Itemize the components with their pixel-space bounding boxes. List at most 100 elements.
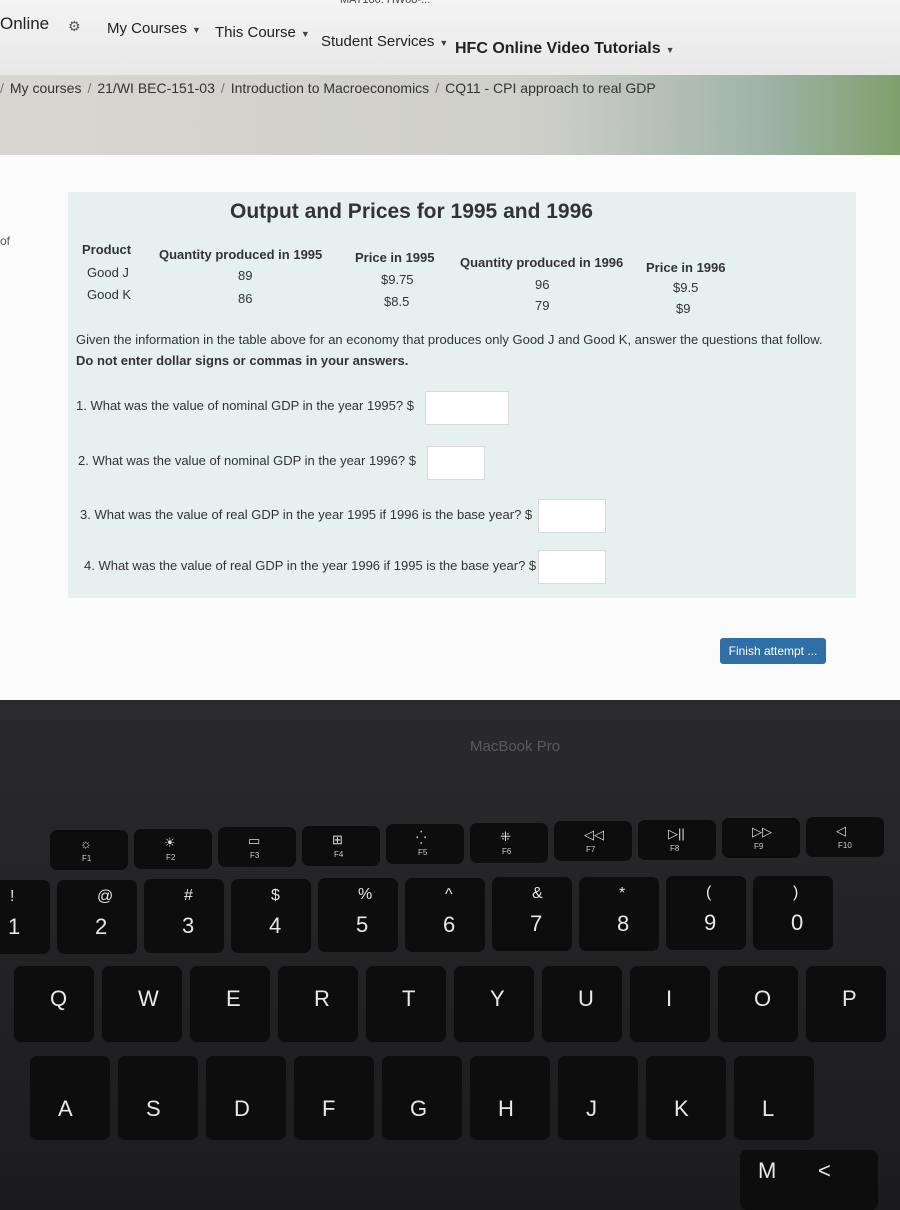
answer-3-input[interactable] bbox=[538, 499, 606, 533]
key-e[interactable]: E bbox=[190, 966, 270, 1042]
key-5[interactable]: % 5 bbox=[318, 878, 398, 952]
macbook-label: MacBook Pro bbox=[470, 738, 561, 755]
key-f8[interactable]: ▷|| F8 bbox=[638, 819, 716, 860]
breadcrumb-course-code[interactable]: 21/WI BEC-151-03 bbox=[97, 80, 215, 96]
key-letter: U bbox=[578, 986, 594, 1011]
header-price-1996: Price in 1996 bbox=[646, 260, 726, 275]
key-number: 3 bbox=[182, 913, 195, 938]
key-f6[interactable]: ⁜ F6 bbox=[470, 822, 548, 863]
key-letter: M bbox=[758, 1158, 777, 1183]
key-letter: D bbox=[234, 1096, 250, 1121]
key-fragment[interactable]: < bbox=[800, 1150, 878, 1210]
key-u[interactable]: U bbox=[542, 966, 622, 1042]
brightness-down-icon: ☼ bbox=[80, 836, 92, 851]
key-number: 2 bbox=[95, 913, 108, 939]
fn-key-label: F8 bbox=[670, 843, 680, 853]
key-o[interactable]: O bbox=[718, 966, 798, 1042]
cell-product: Good K bbox=[87, 287, 132, 302]
key-j[interactable]: J bbox=[558, 1056, 638, 1140]
key-number: 8 bbox=[617, 910, 630, 936]
mute-icon: ◁ bbox=[836, 822, 846, 838]
breadcrumb-separator: / bbox=[220, 80, 225, 96]
key-9[interactable]: (9 bbox=[666, 876, 746, 950]
key-4[interactable]: $4 bbox=[231, 878, 311, 953]
brand-fragment: Online bbox=[0, 14, 50, 33]
breadcrumb-my-courses[interactable]: My courses bbox=[10, 80, 82, 96]
key-y[interactable]: Y bbox=[454, 966, 534, 1042]
header-price-1995: Price in 1995 bbox=[355, 250, 435, 265]
key-f2[interactable]: ☀ F2 bbox=[134, 828, 212, 869]
key-1[interactable]: ! 1 bbox=[0, 880, 50, 954]
fn-key-label: F9 bbox=[754, 842, 764, 851]
nav-this-course[interactable]: This Course ▼ bbox=[215, 24, 310, 41]
chevron-down-icon: ▼ bbox=[192, 25, 201, 35]
breadcrumb-course-name[interactable]: Introduction to Macroeconomics bbox=[231, 80, 429, 96]
browser-tab-fragment[interactable]: MAT180: HW08-... bbox=[340, 0, 430, 6]
key-symbol: & bbox=[532, 885, 543, 902]
key-f10[interactable]: ◁ F10 bbox=[806, 816, 884, 857]
settings-icon[interactable]: ⚙ bbox=[68, 18, 81, 35]
question-3: 3. What was the value of real GDP in the… bbox=[80, 507, 533, 522]
key-6[interactable]: ^ 6 bbox=[405, 877, 485, 952]
key-a[interactable]: A bbox=[30, 1056, 110, 1140]
instructions-bold: Do not enter dollar signs or commas in y… bbox=[76, 353, 409, 368]
key-letter: Q bbox=[50, 986, 68, 1011]
nav-label: HFC Online Video Tutorials bbox=[455, 40, 661, 57]
fn-key-label: F10 bbox=[838, 840, 852, 850]
key-r[interactable]: R bbox=[278, 966, 358, 1042]
header-quantity-1995: Quantity produced in 1995 bbox=[159, 247, 323, 262]
key-f7[interactable]: ◁◁ F7 bbox=[554, 821, 632, 861]
mission-control-icon: ▭ bbox=[248, 833, 261, 848]
laptop-screen: Online ⚙ My Courses ▼ This Course ▼ Studen… bbox=[0, 0, 900, 700]
finish-attempt-button[interactable]: Finish attempt ... bbox=[720, 638, 826, 664]
nav-student-services[interactable]: Student Services ▼ bbox=[321, 33, 448, 50]
fn-key-label: F2 bbox=[166, 852, 176, 862]
key-s[interactable]: S bbox=[118, 1056, 198, 1140]
key-l[interactable]: L bbox=[734, 1056, 814, 1140]
instructions: Given the information in the table above… bbox=[76, 332, 823, 347]
key-letter: F bbox=[322, 1096, 336, 1121]
key-w[interactable]: W bbox=[102, 966, 182, 1042]
key-i[interactable]: I bbox=[630, 966, 710, 1042]
key-letter: I bbox=[666, 986, 673, 1011]
key-h[interactable]: H bbox=[470, 1056, 550, 1140]
key-8[interactable]: * 8 bbox=[579, 876, 659, 951]
fn-key-label: F3 bbox=[250, 851, 260, 860]
breadcrumb: / My courses / 21/WI BEC-151-03 / Introductio… bbox=[0, 80, 656, 96]
key-f9[interactable]: ▷▷ F9 bbox=[722, 818, 800, 858]
key-letter: T bbox=[402, 986, 416, 1011]
key-symbol: ) bbox=[793, 883, 799, 901]
nav-my-courses[interactable]: My Courses ▼ bbox=[107, 20, 201, 37]
key-7[interactable]: & 7 bbox=[492, 877, 572, 951]
key-symbol: $ bbox=[271, 886, 280, 904]
key-f[interactable]: F bbox=[294, 1056, 374, 1140]
key-k[interactable]: K bbox=[646, 1056, 726, 1140]
key-0[interactable]: ) 0 bbox=[753, 875, 833, 950]
key-symbol: % bbox=[358, 886, 373, 903]
key-d[interactable]: D bbox=[206, 1056, 286, 1140]
key-f3[interactable]: ▭ F3 bbox=[218, 827, 296, 867]
answer-1-input[interactable] bbox=[425, 391, 509, 425]
key-f1[interactable]: ☼ F1 bbox=[50, 830, 128, 870]
key-f5[interactable]: ⁛ F5 bbox=[386, 824, 464, 864]
key-letter: L bbox=[762, 1096, 775, 1121]
key-t[interactable]: T bbox=[366, 966, 446, 1042]
key-number: 9 bbox=[704, 910, 717, 935]
key-f4[interactable]: ⊞ F4 bbox=[302, 825, 380, 866]
answer-4-input[interactable] bbox=[538, 550, 606, 584]
key-3[interactable]: #3 bbox=[144, 879, 224, 953]
cell-price-1995: $8.5 bbox=[384, 294, 410, 309]
keyboard-light-up-icon: ⁜ bbox=[500, 828, 511, 844]
breadcrumb-quiz[interactable]: CQ11 - CPI approach to real GDP bbox=[445, 80, 656, 96]
key-q[interactable]: Q bbox=[14, 966, 94, 1042]
breadcrumb-separator: / bbox=[435, 80, 440, 96]
cell-quantity-1995: 89 bbox=[238, 268, 253, 283]
play-pause-icon: ▷|| bbox=[668, 825, 685, 841]
chevron-down-icon: ▼ bbox=[665, 45, 675, 55]
left-edge-fragment: of bbox=[0, 234, 11, 248]
nav-video-tutorials[interactable]: HFC Online Video Tutorials ▼ bbox=[455, 40, 675, 58]
key-g[interactable]: G bbox=[382, 1056, 462, 1140]
key-2[interactable]: @2 bbox=[57, 879, 137, 954]
key-p[interactable]: P bbox=[806, 966, 886, 1042]
answer-2-input[interactable] bbox=[427, 446, 485, 480]
